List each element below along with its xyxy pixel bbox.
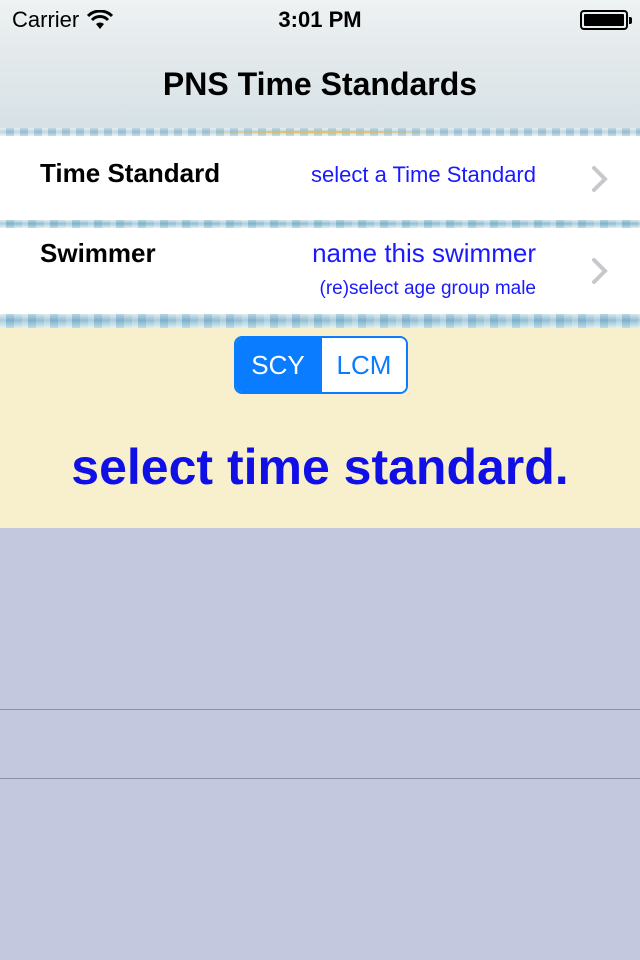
- time-standard-value: select a Time Standard: [310, 162, 536, 187]
- carrier-label: Carrier: [12, 7, 80, 32]
- time-standard-cell[interactable]: Time Standard select a Time Standard: [0, 136, 640, 220]
- chevron-right-icon: [592, 258, 608, 284]
- water-divider-top: [0, 128, 640, 136]
- segment-lcm[interactable]: LCM: [320, 338, 406, 392]
- page-title: PNS Time Standards: [162, 65, 478, 102]
- wifi-icon: [87, 10, 114, 29]
- status-message: select time standard.: [71, 439, 569, 495]
- status-bar: Carrier 3:01 PM: [0, 0, 640, 40]
- swimmer-age-group-value: (re)select age group male: [319, 278, 537, 299]
- chevron-right-icon: [592, 166, 608, 192]
- table-separator: [0, 778, 640, 779]
- swimmer-label: Swimmer: [40, 238, 156, 268]
- time-standard-label: Time Standard: [40, 158, 221, 188]
- course-segmented-control[interactable]: SCY LCM: [234, 336, 408, 394]
- swimmer-cell[interactable]: Swimmer name this swimmer (re)select age…: [0, 228, 640, 314]
- battery-icon: [580, 10, 632, 30]
- segment-scy[interactable]: SCY: [236, 338, 320, 392]
- swimmer-name-value: name this swimmer: [312, 238, 536, 268]
- water-divider-middle: [0, 220, 640, 228]
- results-panel: SCY LCM select time standard.: [0, 328, 640, 528]
- carrier-indicator: Carrier: [12, 7, 114, 33]
- water-divider-bottom: [0, 314, 640, 328]
- battery-level: [584, 14, 624, 26]
- table-separator: [0, 709, 640, 710]
